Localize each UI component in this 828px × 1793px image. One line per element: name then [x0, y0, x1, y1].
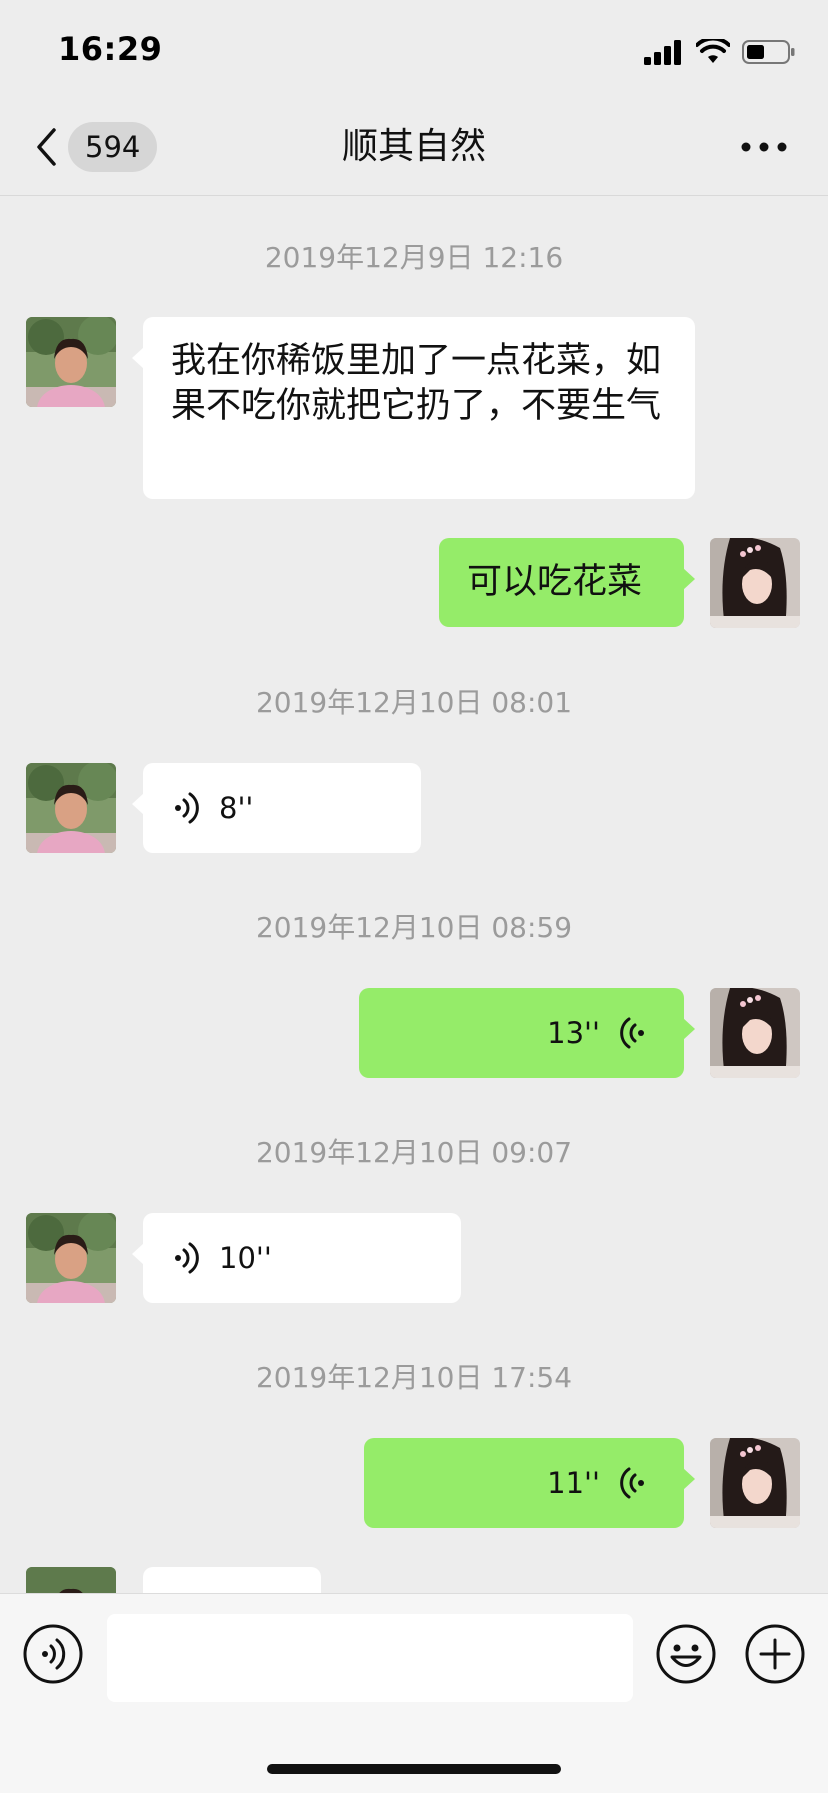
battery-icon — [742, 40, 795, 64]
voice-duration: 11'' — [547, 1466, 600, 1500]
contact-avatar[interactable] — [26, 1213, 116, 1303]
signal-bars-icon — [644, 40, 681, 65]
emoji-icon — [656, 1624, 716, 1684]
status-time: 16:29 — [58, 30, 163, 68]
message-time: 2019年12月10日 08:01 — [255, 686, 573, 719]
status-icons — [644, 38, 796, 66]
incoming-bubble-partial[interactable] — [143, 1567, 321, 1593]
input-bar — [0, 1593, 828, 1793]
message-input[interactable] — [107, 1614, 633, 1702]
emoji-button[interactable] — [656, 1624, 716, 1684]
chat-title: 顺其自然 — [341, 126, 486, 167]
incoming-voice-bubble[interactable]: 10'' — [132, 1213, 461, 1303]
outgoing-text-bubble[interactable]: 可以吃花菜 — [439, 538, 695, 627]
message-time: 2019年12月10日 08:59 — [255, 911, 573, 944]
voice-mode-button[interactable] — [23, 1624, 83, 1684]
message-text: 我在你稀饭里加了一点花菜，如果不吃你就把它扔了，不要生气 — [171, 341, 662, 426]
voice-wave-icon — [175, 1242, 199, 1274]
more-functions-button[interactable] — [745, 1624, 805, 1684]
voice-duration: 10'' — [219, 1241, 272, 1275]
message-list[interactable]: 2019年12月9日 12:16 我在你稀饭里加了一点花菜，如果不吃你就把它扔了… — [0, 196, 828, 1593]
chat-screen: 16:29 594 顺其自然 2019年12月9日 12:16 我在你稀饭里加了… — [0, 0, 828, 1793]
more-button[interactable] — [734, 130, 794, 164]
message-time: 2019年12月10日 09:07 — [255, 1136, 573, 1169]
message-time: 2019年12月10日 17:54 — [255, 1361, 573, 1394]
voice-duration: 8'' — [219, 791, 254, 825]
voice-mode-icon — [23, 1624, 83, 1684]
voice-duration: 13'' — [547, 1016, 600, 1050]
incoming-text-bubble[interactable]: 我在你稀饭里加了一点花菜，如果不吃你就把它扔了，不要生气 — [132, 317, 695, 499]
voice-wave-icon — [175, 792, 199, 824]
wifi-icon — [696, 39, 730, 63]
message-time: 2019年12月9日 12:16 — [264, 241, 564, 274]
voice-wave-icon — [620, 1467, 644, 1499]
my-avatar[interactable] — [710, 988, 800, 1078]
more-dots-icon — [741, 142, 787, 152]
nav-bar: 594 顺其自然 — [0, 100, 828, 196]
contact-avatar[interactable] — [26, 763, 116, 853]
my-avatar[interactable] — [710, 538, 800, 628]
contact-avatar[interactable] — [26, 1567, 116, 1593]
message-text: 可以吃花菜 — [467, 562, 643, 602]
status-bar: 16:29 — [0, 0, 828, 100]
outgoing-voice-bubble[interactable]: 13'' — [359, 988, 695, 1078]
home-indicator[interactable] — [267, 1764, 561, 1774]
plus-icon — [745, 1624, 805, 1684]
incoming-voice-bubble[interactable]: 8'' — [132, 763, 421, 853]
voice-wave-icon — [620, 1017, 644, 1049]
contact-avatar[interactable] — [26, 317, 116, 407]
my-avatar[interactable] — [710, 1438, 800, 1528]
outgoing-voice-bubble[interactable]: 11'' — [364, 1438, 695, 1528]
